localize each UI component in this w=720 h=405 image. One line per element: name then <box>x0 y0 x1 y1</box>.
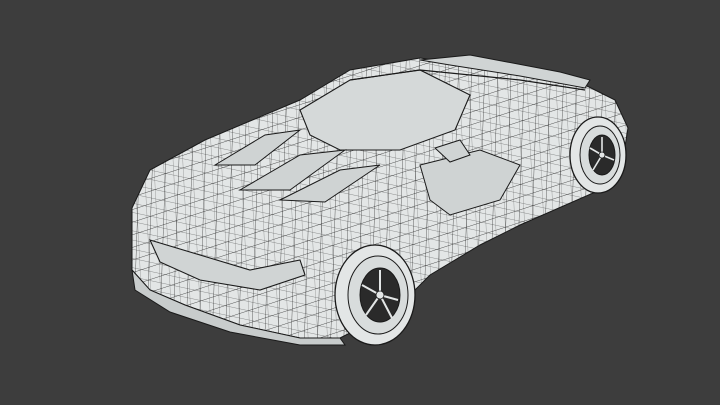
front-wheel <box>334 244 416 346</box>
3d-viewport[interactable] <box>0 0 720 405</box>
rear-wheel <box>569 116 627 194</box>
car-wireframe-model[interactable] <box>0 0 720 405</box>
